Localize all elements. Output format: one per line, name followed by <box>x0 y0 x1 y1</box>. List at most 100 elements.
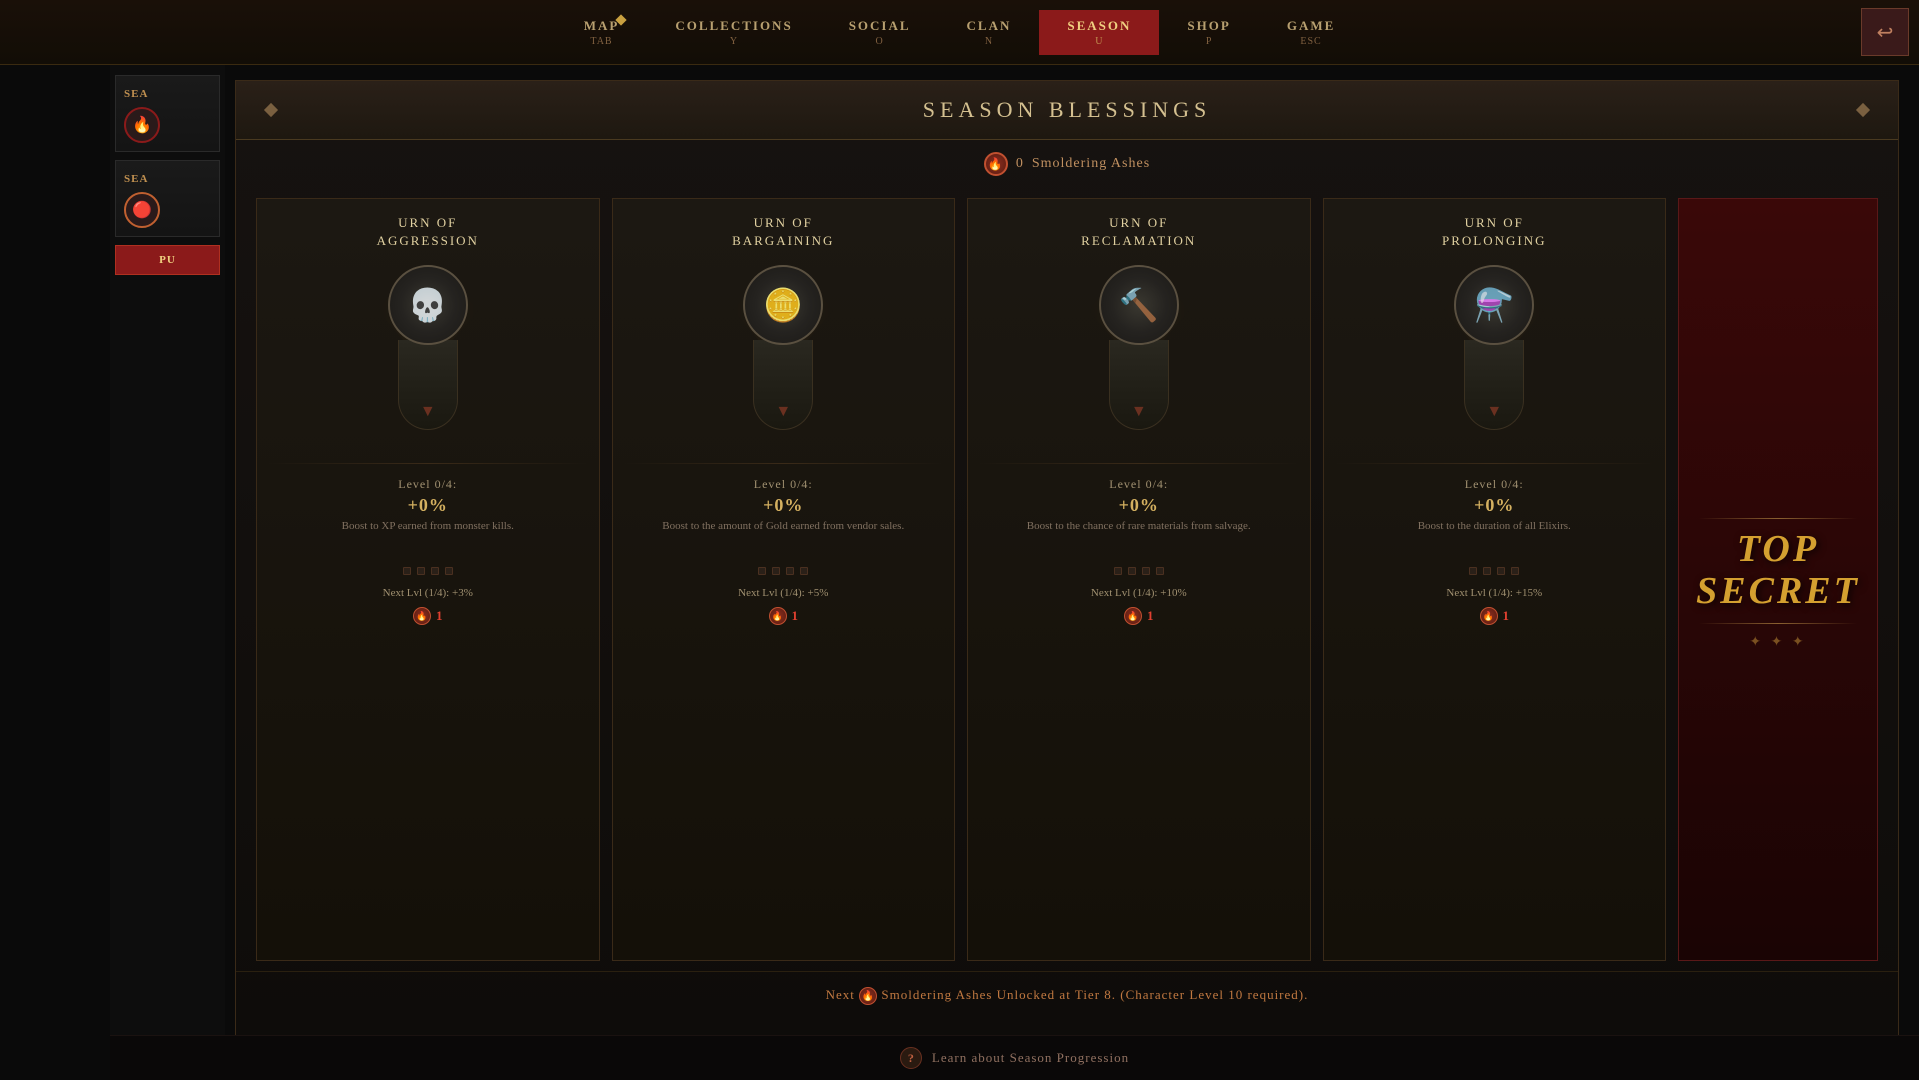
blessing-reclamation-title: URN OF RECLAMATION <box>1081 214 1196 250</box>
blessing-bargaining[interactable]: URN OF BARGAINING 🪙 ▼ <box>612 198 956 961</box>
dot-1 <box>1114 567 1122 575</box>
panel-title: SEASON BLESSINGS <box>276 97 1858 123</box>
blessing-bargaining-level-text: Level 0/4: <box>625 477 943 492</box>
blessing-aggression-level: 0/4 <box>435 477 453 491</box>
ashes-icon: 🔥 <box>984 152 1008 176</box>
nav-map[interactable]: MAP TAB <box>556 10 648 55</box>
ashes-label: Smoldering Ashes <box>1032 156 1150 172</box>
panel-body: 🔥 0 Smoldering Ashes URN OF AGGRESSION <box>236 140 1898 1064</box>
sidebar-item-0[interactable]: SEA 🔥 <box>115 75 220 152</box>
dot-2 <box>1128 567 1136 575</box>
blessing-aggression-title: URN OF AGGRESSION <box>377 214 479 250</box>
blessing-aggression-cost[interactable]: 🔥 1 <box>413 607 443 625</box>
progress-dots-2 <box>758 567 808 575</box>
blessing-aggression-desc: Boost to XP earned from monster kills. <box>269 519 587 559</box>
sidebar-button[interactable]: PU <box>115 245 220 275</box>
sidebar-label-0: SEA <box>124 88 148 100</box>
sidebar-icon-symbol-1: 🔴 <box>132 200 152 220</box>
top-secret-line-top <box>1699 518 1857 519</box>
ashes-count: 0 <box>1016 156 1024 172</box>
nav-game[interactable]: GAME ESC <box>1259 10 1363 55</box>
urn-ornament-2: ▼ <box>775 403 791 421</box>
urn-prolonging-symbol: ⚗️ <box>1474 286 1514 324</box>
cost-num-3: 1 <box>1147 608 1154 624</box>
dot-3 <box>431 567 439 575</box>
blessing-prolonging-level-info: Level 0/4: +0% Boost to the duration of … <box>1336 477 1654 559</box>
blessing-bargaining-desc: Boost to the amount of Gold earned from … <box>625 519 943 559</box>
dot-1 <box>758 567 766 575</box>
blessing-bargaining-title: URN OF BARGAINING <box>732 214 834 250</box>
dot-1 <box>1469 567 1477 575</box>
cost-num-4: 1 <box>1503 608 1510 624</box>
urn-divider-2 <box>625 463 943 464</box>
back-icon: ↩ <box>1877 20 1894 45</box>
sidebar-item-1[interactable]: SEA 🔴 <box>115 160 220 237</box>
nav-clan-hotkey: N <box>985 36 993 47</box>
blessing-bargaining-level: 0/4 <box>790 477 808 491</box>
dot-2 <box>1483 567 1491 575</box>
cost-icon: 🔥 <box>413 607 431 625</box>
sidebar: SEA 🔥 SEA 🔴 PU <box>110 65 225 1080</box>
nav-bar: MAP TAB COLLECTIONS Y SOCIAL O CLAN N SE… <box>0 0 1919 65</box>
panel-header: SEASON BLESSINGS <box>236 81 1898 140</box>
nav-game-label: GAME <box>1287 18 1335 34</box>
nav-clan[interactable]: CLAN N <box>939 10 1040 55</box>
header-diamond-right <box>1856 103 1870 117</box>
top-secret-line2: SECRET <box>1696 571 1860 613</box>
nav-season[interactable]: SEASON U <box>1039 10 1159 55</box>
dot-3 <box>786 567 794 575</box>
blessing-bargaining-title-line1: URN OF <box>732 214 834 232</box>
blessing-reclamation-bonus: +0% <box>980 495 1298 516</box>
help-question-icon: ? <box>900 1047 922 1069</box>
nav-shop[interactable]: SHOP P <box>1159 10 1258 55</box>
nav-social-label: SOCIAL <box>849 18 911 34</box>
urn-aggression-symbol: 💀 <box>408 286 448 324</box>
blessing-aggression-title-line1: URN OF <box>377 214 479 232</box>
nav-collections[interactable]: COLLECTIONS Y <box>647 10 820 55</box>
blessing-prolonging-title-line2: PROLONGING <box>1442 232 1547 250</box>
nav-clan-label: CLAN <box>967 18 1012 34</box>
urn-prolonging-body: ▼ <box>1464 340 1524 430</box>
blessings-grid: URN OF AGGRESSION 💀 ▼ <box>236 188 1898 971</box>
blessing-aggression-progress <box>269 567 587 575</box>
urn-bargaining-icon-area: 🪙 ▼ <box>733 265 833 445</box>
urn-aggression-icon-area: 💀 ▼ <box>378 265 478 445</box>
blessing-reclamation-level: 0/4 <box>1146 477 1164 491</box>
sidebar-icon-symbol-0: 🔥 <box>132 115 152 135</box>
top-secret-ornament: ✦ ✦ ✦ <box>1749 634 1806 651</box>
urn-aggression-body: ▼ <box>398 340 458 430</box>
blessing-prolonging-level-text: Level 0/4: <box>1336 477 1654 492</box>
blessing-prolonging[interactable]: URN OF PROLONGING ⚗️ ▼ <box>1323 198 1667 961</box>
blessing-prolonging-desc: Boost to the duration of all Elixirs. <box>1336 519 1654 559</box>
main-content: SEA 🔥 SEA 🔴 PU SEASON BLESSINGS 🔥 0 S <box>110 65 1919 1080</box>
blessing-reclamation-cost[interactable]: 🔥 1 <box>1124 607 1154 625</box>
progress-dots <box>403 567 453 575</box>
urn-reclamation-icon-area: 🔨 ▼ <box>1089 265 1189 445</box>
blessing-prolonging-bonus: +0% <box>1336 495 1654 516</box>
dot-2 <box>772 567 780 575</box>
footer-ashes-inline: 🔥 <box>859 987 877 1005</box>
dot-4 <box>800 567 808 575</box>
help-text[interactable]: Learn about Season Progression <box>932 1050 1129 1066</box>
blessing-prolonging-level: 0/4 <box>1501 477 1519 491</box>
blessing-reclamation[interactable]: URN OF RECLAMATION 🔨 ▼ <box>967 198 1311 961</box>
panel-footer: Next 🔥 Smoldering Ashes Unlocked at Tier… <box>236 971 1898 1019</box>
urn-reclamation-circle: 🔨 <box>1099 265 1179 345</box>
dot-3 <box>1497 567 1505 575</box>
blessing-bargaining-cost[interactable]: 🔥 1 <box>769 607 799 625</box>
blessing-reclamation-progress <box>980 567 1298 575</box>
footer-suffix: Smoldering Ashes Unlocked at Tier 8. (Ch… <box>881 987 1308 1002</box>
top-secret-line1: TOP <box>1696 529 1860 571</box>
sidebar-label-1: SEA <box>124 173 148 185</box>
nav-social[interactable]: SOCIAL O <box>821 10 939 55</box>
blessing-prolonging-title-line1: URN OF <box>1442 214 1547 232</box>
urn-ornament: ▼ <box>420 403 436 421</box>
blessing-prolonging-cost[interactable]: 🔥 1 <box>1480 607 1510 625</box>
blessing-aggression[interactable]: URN OF AGGRESSION 💀 ▼ <box>256 198 600 961</box>
back-button[interactable]: ↩ <box>1861 8 1909 56</box>
top-secret-card[interactable]: TOP SECRET ✦ ✦ ✦ <box>1678 198 1878 961</box>
blessing-aggression-bonus: +0% <box>269 495 587 516</box>
cost-icon-3: 🔥 <box>1124 607 1142 625</box>
help-bar: ? Learn about Season Progression <box>110 1035 1919 1080</box>
cost-num: 1 <box>436 608 443 624</box>
